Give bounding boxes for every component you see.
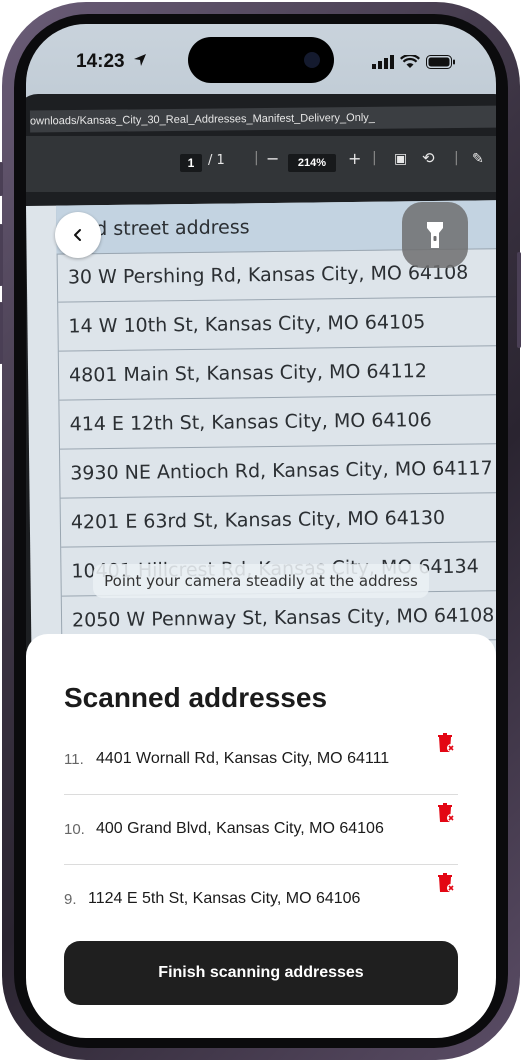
volume-up-button (0, 224, 3, 286)
pdf-page-total: / 1 (208, 153, 225, 168)
list-item: 10. 400 Grand Blvd, Kansas City, MO 6410… (64, 794, 458, 865)
item-address: 4401 Wornall Rd, Kansas City, MO 64111 (96, 750, 390, 767)
fit-page-icon: ▣ (394, 151, 408, 167)
location-arrow-icon (133, 54, 146, 66)
toolbar-divider: | (454, 150, 459, 166)
camera-hint: Point your camera steadily at the addres… (93, 564, 429, 598)
zoom-in-icon: + (348, 149, 362, 168)
item-address: 400 Grand Blvd, Kansas City, MO 64106 (96, 820, 384, 837)
cellular-signal-icon (372, 55, 394, 69)
chevron-left-icon (74, 229, 81, 241)
dynamic-island (188, 37, 334, 83)
item-number: 10. (64, 820, 85, 838)
status-icons (372, 54, 456, 70)
item-number: 9. (64, 890, 77, 908)
back-button[interactable] (55, 212, 101, 258)
list-item: 11. 4401 Wornall Rd, Kansas City, MO 641… (64, 724, 458, 795)
draw-icon: ✎ (472, 151, 484, 167)
power-button (517, 252, 521, 348)
trash-icon[interactable] (436, 732, 456, 754)
pdf-zoom-level: 214% (288, 154, 336, 172)
sheet-row: 14 W 10th St, Kansas City, MO 64105 (58, 297, 496, 352)
battery-icon (426, 55, 455, 69)
front-camera (304, 52, 320, 68)
panel-title: Scanned addresses (64, 682, 328, 713)
sheet-row: 4801 Main St, Kansas City, MO 64112 (58, 346, 496, 401)
flashlight-button[interactable] (402, 202, 468, 268)
scanned-addresses-panel: Scanned addresses 11. 4401 Wornall Rd, K… (26, 634, 496, 1038)
finish-scanning-button[interactable]: Finish scanning addresses (64, 941, 458, 1005)
mute-switch (0, 162, 3, 196)
toolbar-divider: | (254, 150, 259, 166)
list-item: 9. 1124 E 5th St, Kansas City, MO 64106 (64, 864, 458, 934)
sheet-row: 4201 E 63rd St, Kansas City, MO 64130 (60, 493, 496, 548)
flashlight-icon (427, 222, 443, 248)
sheet-row: 414 E 12th St, Kansas City, MO 64106 (59, 395, 496, 450)
wifi-icon (400, 55, 420, 68)
sheet-row: 3930 NE Antioch Rd, Kansas City, MO 6411… (59, 444, 496, 499)
toolbar-divider: | (372, 150, 377, 166)
status-time: 14:23 (76, 51, 148, 73)
item-address: 1124 E 5th St, Kansas City, MO 64106 (88, 890, 361, 907)
volume-down-button (0, 302, 3, 364)
screen: ownloads/Kansas_City_30_Real_Addresses_M… (26, 24, 496, 1038)
trash-icon[interactable] (436, 872, 456, 894)
item-number: 11. (64, 750, 84, 768)
rotate-icon: ⟲ (422, 149, 435, 167)
trash-icon[interactable] (436, 802, 456, 824)
zoom-out-icon: − (266, 149, 280, 168)
pdf-page-current: 1 (180, 154, 202, 172)
clock: 14:23 (76, 51, 125, 72)
